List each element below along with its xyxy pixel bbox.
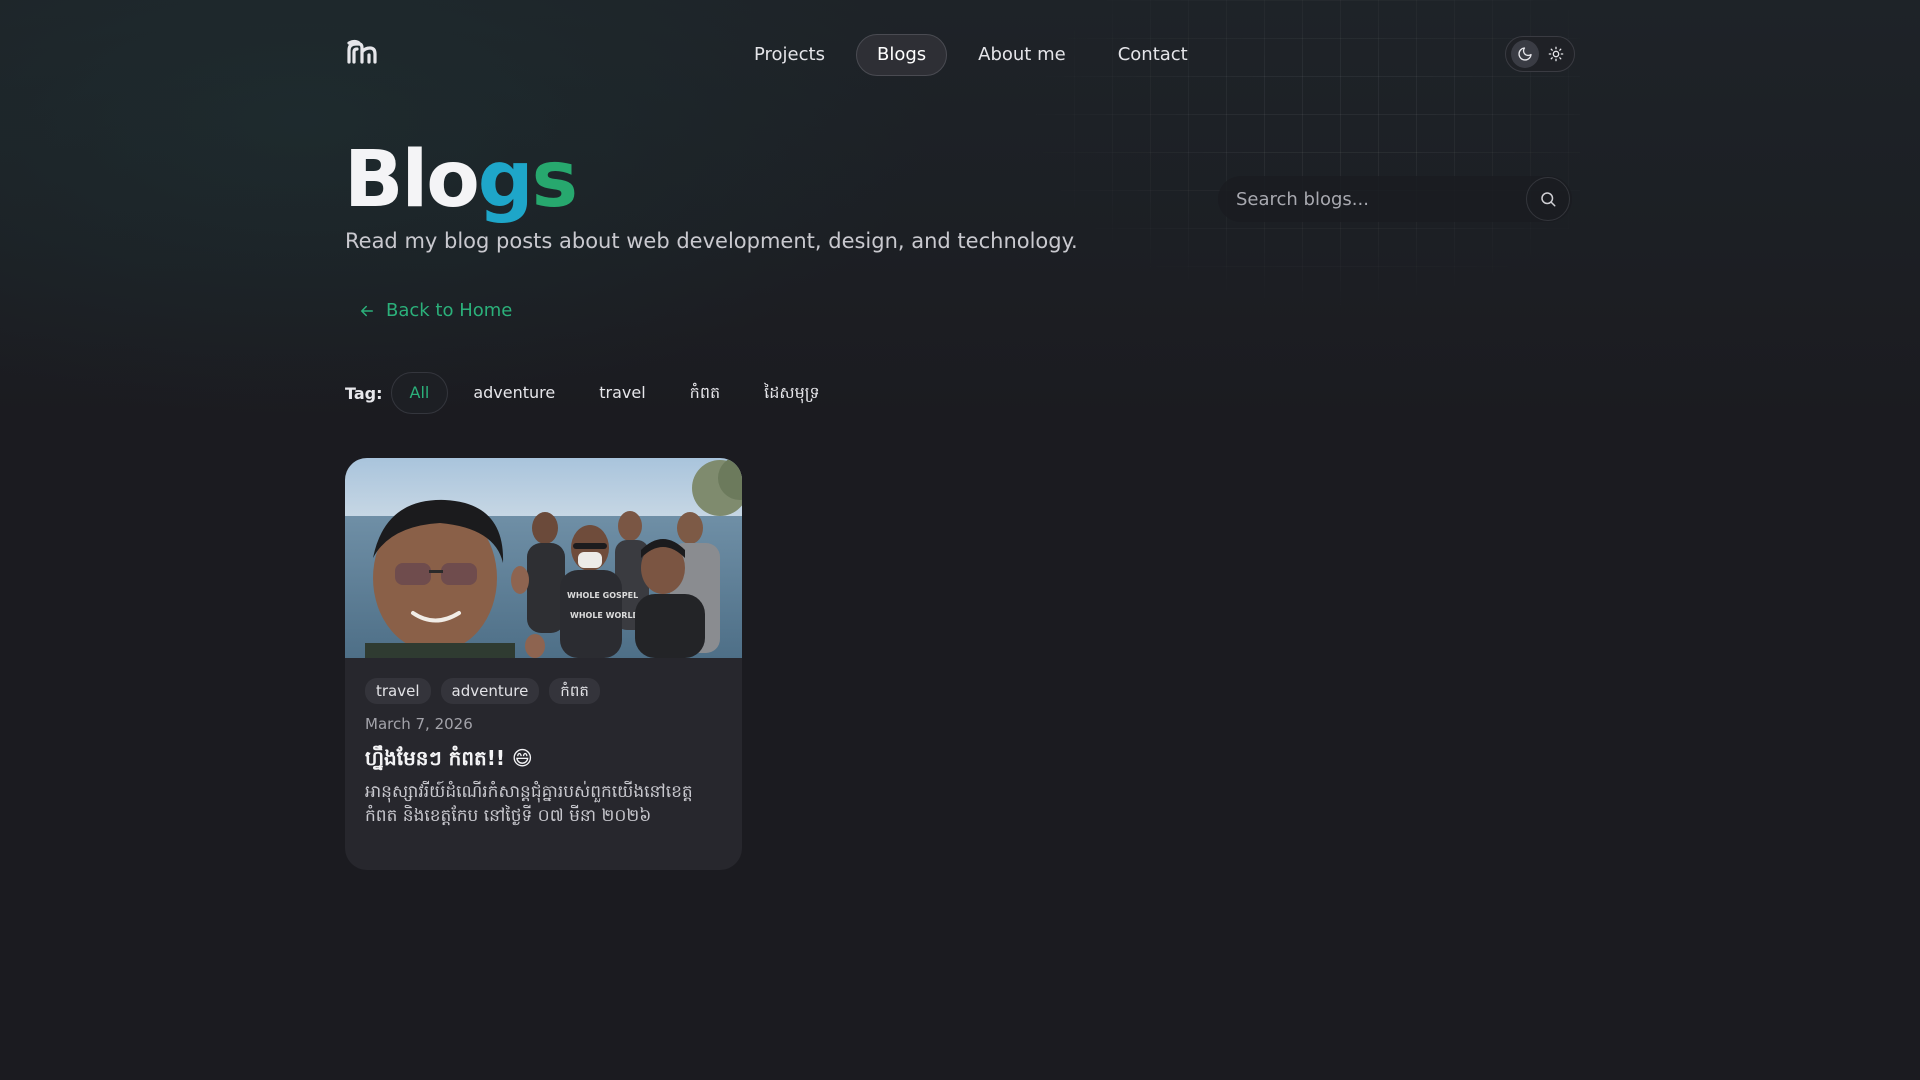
page-subtitle: Read my blog posts about web development… [345,229,1078,253]
card-tag: កំពត [549,678,600,704]
tag-seaside[interactable]: ដៃសមុទ្រ [745,372,839,414]
moon-icon [1517,47,1532,61]
blog-card-tags: travel adventure កំពត [365,678,722,704]
search-button[interactable] [1526,177,1570,221]
svg-text:WHOLE WORLD: WHOLE WORLD [570,611,640,620]
title-part-3: s [531,135,578,225]
tag-kampot[interactable]: កំពត [671,372,739,414]
page: Projects Blogs About me Contact Blogs Re… [0,0,1920,1080]
tag-all[interactable]: All [390,372,449,414]
site-logo[interactable] [345,38,379,70]
card-tag: travel [365,678,431,704]
blog-card-body: travel adventure កំពត March 7, 2026 ហ្នឹ… [345,658,742,828]
tag-adventure[interactable]: adventure [454,372,574,414]
nav-contact[interactable]: Contact [1097,34,1209,76]
title-part-1: Blo [344,135,480,225]
blog-card-image: WHOLE GOSPEL WHOLE WORLD [345,458,742,658]
search-icon [1541,192,1556,207]
nav-blogs[interactable]: Blogs [855,34,948,76]
tag-travel[interactable]: travel [580,372,664,414]
site-header: Projects Blogs About me Contact [345,34,1575,76]
light-mode-button[interactable] [1542,40,1570,68]
svg-text:WHOLE GOSPEL: WHOLE GOSPEL [567,591,638,600]
tag-filter: Tag: All adventure travel កំពត ដៃសមុទ្រ [345,372,839,414]
main-nav: Projects Blogs About me Contact [733,34,1209,76]
tag-filter-label: Tag: [345,383,383,403]
dark-mode-button[interactable] [1510,40,1539,68]
blog-card[interactable]: WHOLE GOSPEL WHOLE WORLD travel adventur… [345,458,742,870]
nav-projects[interactable]: Projects [733,34,846,76]
arrow-left-icon [361,305,373,316]
card-tag: adventure [440,678,540,704]
page-title: Blogs [344,132,578,228]
blog-card-description: អានុស្សាវរីយ៍ដំណើរកំសាន្តជុំគ្នារបស់ពួកយ… [365,782,693,826]
nav-about-me[interactable]: About me [957,34,1087,76]
theme-toggle [1505,36,1575,72]
blog-card-date: March 7, 2026 [365,715,473,733]
back-to-home-link[interactable]: Back to Home [358,300,512,321]
back-to-home-label: Back to Home [386,300,513,321]
blog-card-title: ហ្នឹងមែនៗ កំពត!! 😄 [365,746,533,770]
search-input[interactable] [1218,176,1526,222]
search-bar [1218,176,1572,222]
sun-icon [1548,46,1563,62]
title-part-2: g [477,135,534,225]
